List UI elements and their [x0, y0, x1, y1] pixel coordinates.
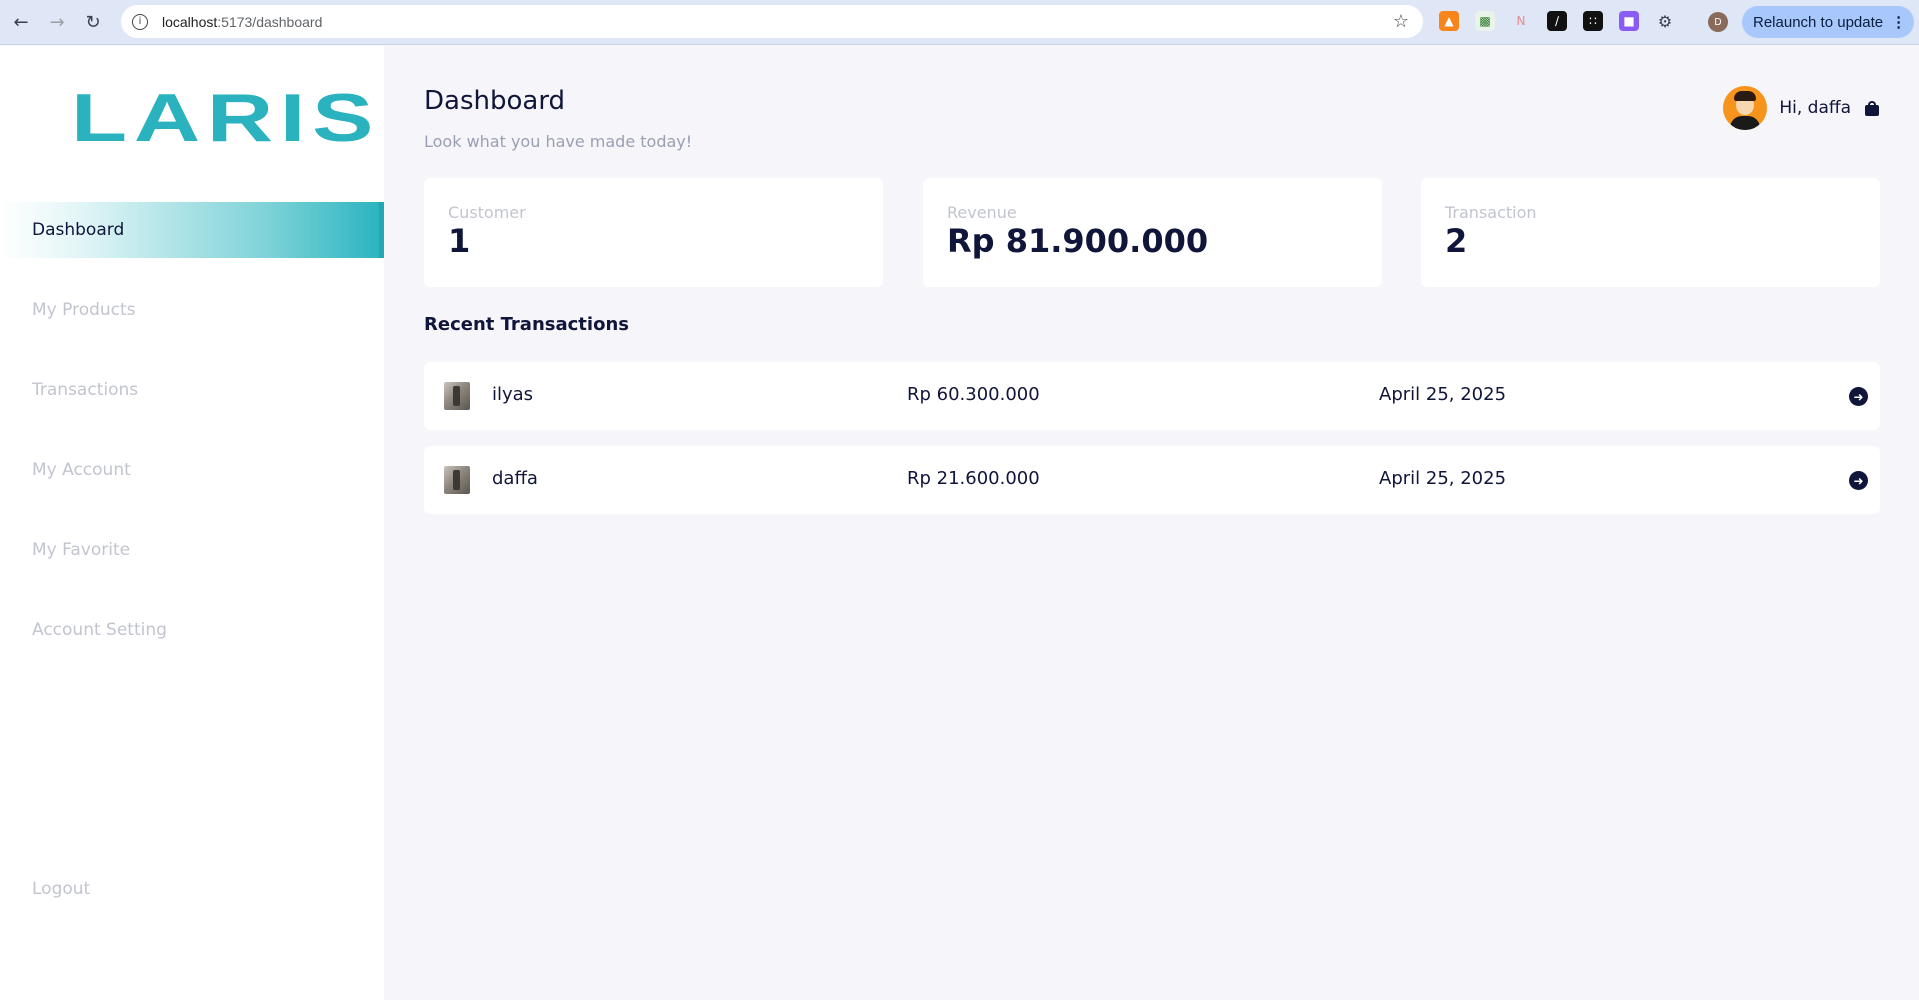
transaction-amount: Rp 60.300.000	[907, 384, 1040, 405]
stat-card-transaction: Transaction 2	[1421, 178, 1880, 287]
stat-label: Customer	[448, 203, 526, 222]
extensions-puzzle-icon[interactable]: ⚙	[1655, 11, 1675, 31]
sidebar-item-label: Transactions	[32, 380, 139, 400]
page-title: Dashboard	[424, 86, 566, 116]
arrow-right-circle-icon[interactable]: ➜	[1849, 387, 1868, 406]
stat-card-customer: Customer 1	[424, 178, 883, 287]
laris-logo[interactable]: LARIS	[71, 84, 380, 152]
transaction-row[interactable]: ilyas Rp 60.300.000 April 25, 2025 ➜	[424, 362, 1880, 430]
stat-value: 1	[448, 222, 471, 260]
transaction-date: April 25, 2025	[1379, 384, 1507, 405]
forward-icon[interactable]: →	[42, 7, 72, 37]
arrow-right-circle-icon[interactable]: ➜	[1849, 471, 1868, 490]
site-info-icon[interactable]: i	[132, 13, 148, 30]
sidebar-item-account-setting[interactable]: Account Setting	[0, 602, 384, 658]
reload-icon[interactable]: ↻	[78, 7, 108, 37]
back-icon[interactable]: ←	[6, 7, 36, 37]
sidebar-item-my-account[interactable]: My Account	[0, 442, 384, 498]
page-subtitle: Look what you have made today!	[424, 132, 693, 151]
sidebar-item-label: Account Setting	[32, 620, 167, 640]
stat-label: Transaction	[1445, 203, 1537, 222]
product-thumbnail	[444, 466, 470, 494]
extension-n-icon[interactable]: N	[1511, 11, 1531, 31]
user-greeting: Hi, daffa	[1779, 98, 1851, 118]
sidebar-item-label: Dashboard	[32, 220, 125, 240]
user-menu[interactable]: Hi, daffa	[1723, 86, 1879, 130]
sidebar: LARIS Dashboard My Products Transactions…	[0, 46, 384, 1000]
relaunch-button[interactable]: Relaunch to update ⋮	[1742, 6, 1914, 38]
stat-label: Revenue	[947, 203, 1017, 222]
extension-slash-icon[interactable]: ∕	[1547, 11, 1567, 31]
browser-toolbar: ← → ↻ i localhost:5173/dashboard ☆ ▲ ▩ N…	[0, 0, 1919, 45]
extension-grid-icon[interactable]: ▩	[1475, 11, 1495, 31]
stat-card-revenue: Revenue Rp 81.900.000	[923, 178, 1382, 287]
sidebar-item-my-products[interactable]: My Products	[0, 282, 384, 338]
transaction-customer: daffa	[492, 468, 538, 489]
recent-transactions-title: Recent Transactions	[424, 314, 629, 335]
sidebar-item-label: My Favorite	[32, 540, 131, 560]
stat-value: 2	[1445, 222, 1468, 260]
extension-dots-icon[interactable]: ∷	[1583, 11, 1603, 31]
stat-value: Rp 81.900.000	[947, 222, 1209, 260]
url-text[interactable]: localhost:5173/dashboard	[162, 14, 322, 30]
bookmark-star-icon[interactable]: ☆	[1393, 11, 1409, 32]
address-bar[interactable]: i localhost:5173/dashboard ☆	[121, 5, 1423, 38]
transaction-date: April 25, 2025	[1379, 468, 1507, 489]
profile-avatar[interactable]: D	[1708, 12, 1728, 32]
avatar[interactable]	[1723, 86, 1768, 130]
extension-purple-icon[interactable]: ■	[1619, 11, 1639, 31]
transaction-customer: ilyas	[492, 384, 534, 405]
sidebar-item-label: My Products	[32, 300, 136, 320]
sidebar-item-dashboard[interactable]: Dashboard	[0, 202, 384, 258]
main-content: Dashboard Look what you have made today!…	[384, 46, 1919, 1000]
shopping-bag-icon[interactable]	[1865, 101, 1879, 116]
metamask-extension-icon[interactable]: ▲	[1439, 11, 1459, 31]
sidebar-item-label: My Account	[32, 460, 131, 480]
logout-link[interactable]: Logout	[32, 879, 90, 899]
sidebar-item-my-favorite[interactable]: My Favorite	[0, 522, 384, 578]
sidebar-item-transactions[interactable]: Transactions	[0, 362, 384, 418]
more-menu-icon[interactable]: ⋮	[1891, 13, 1906, 31]
product-thumbnail	[444, 382, 470, 410]
transaction-amount: Rp 21.600.000	[907, 468, 1040, 489]
transaction-row[interactable]: daffa Rp 21.600.000 April 25, 2025 ➜	[424, 446, 1880, 514]
